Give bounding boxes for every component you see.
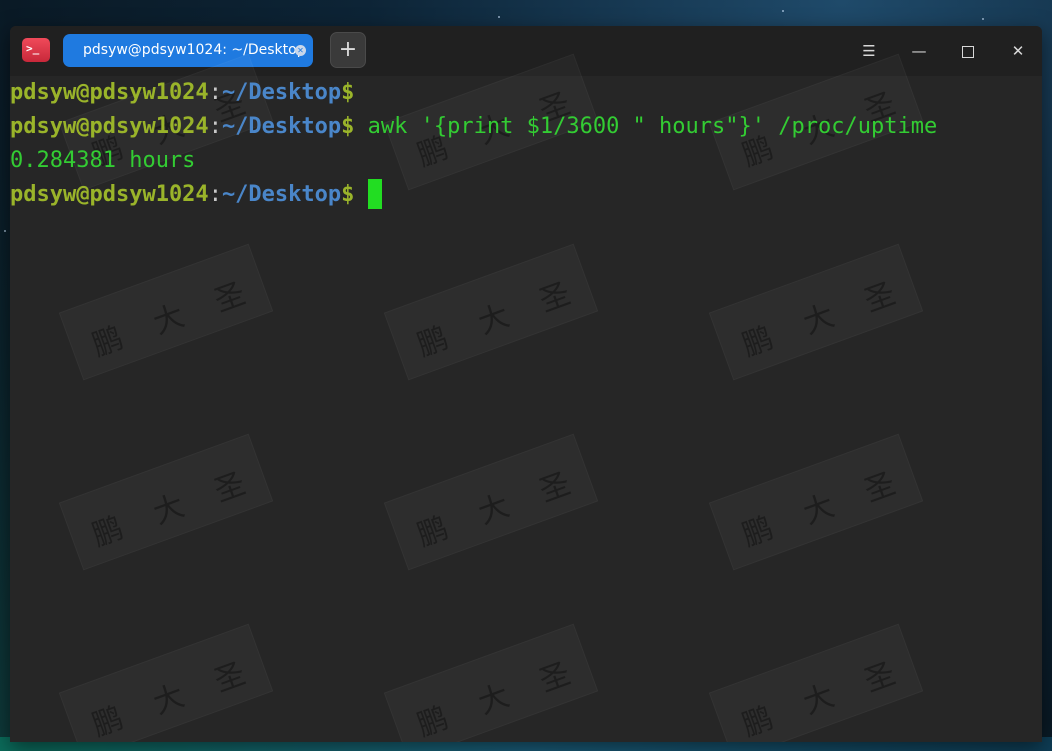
wallpaper-star [782, 10, 784, 12]
watermark: 鹏大圣 [709, 244, 923, 381]
watermark: 鹏大圣 [384, 244, 598, 381]
prompt-dollar: $ [341, 182, 355, 207]
prompt-path: ~/Desktop [221, 114, 342, 139]
text-cursor [367, 178, 382, 209]
watermark: 鹏大圣 [709, 624, 923, 742]
minimize-icon[interactable]: — [905, 38, 933, 64]
wallpaper-star [4, 230, 6, 232]
terminal-line: 0.284381 hours [10, 144, 195, 178]
prompt-path: ~/Desktop [221, 182, 342, 207]
watermark: 鹏大圣 [709, 434, 923, 571]
prompt-dollar: $ [341, 114, 355, 139]
new-tab-button[interactable]: + [330, 32, 366, 68]
tab-title: pdsyw@pdsyw1024: ~/Desktop [83, 42, 306, 58]
terminal-line: pdsyw@pdsyw1024:~/Desktop$ awk '{print $… [10, 110, 937, 144]
terminal-output-area[interactable]: 鹏大圣 鹏大圣 鹏大圣 鹏大圣 鹏大圣 鹏大圣 鹏大圣 鹏大圣 鹏大圣 鹏大圣 … [10, 76, 1042, 742]
terminal-window: >_ pdsyw@pdsyw1024: ~/Desktop ✕ + ☰ — ✕ … [10, 26, 1042, 742]
close-icon[interactable]: ✕ [1004, 38, 1032, 64]
tab-active[interactable]: pdsyw@pdsyw1024: ~/Desktop ✕ [63, 34, 313, 67]
maximize-icon[interactable] [954, 38, 982, 64]
prompt-colon: : [208, 114, 222, 139]
prompt-dollar: $ [341, 80, 355, 105]
watermark: 鹏大圣 [59, 244, 273, 381]
prompt-path: ~/Desktop [221, 80, 342, 105]
prompt-colon: : [208, 80, 222, 105]
wallpaper-star [982, 18, 984, 20]
command-output: 0.284381 hours [10, 148, 196, 173]
watermark: 鹏大圣 [384, 434, 598, 571]
prompt-user: pdsyw@pdsyw1024 [10, 80, 209, 105]
command-text: awk '{print $1/3600 " hours"}' /proc/upt… [354, 114, 938, 139]
terminal-icon[interactable]: >_ [22, 38, 50, 62]
wallpaper-star [498, 16, 500, 18]
watermark: 鹏大圣 [384, 624, 598, 742]
prompt-user: pdsyw@pdsyw1024 [10, 182, 209, 207]
tab-close-icon[interactable]: ✕ [295, 45, 306, 56]
terminal-line: pdsyw@pdsyw1024:~/Desktop$ [10, 76, 354, 110]
prompt-user: pdsyw@pdsyw1024 [10, 114, 209, 139]
command-text [354, 182, 367, 207]
watermark: 鹏大圣 [59, 624, 273, 742]
terminal-line: pdsyw@pdsyw1024:~/Desktop$ [10, 178, 382, 212]
prompt-colon: : [208, 182, 222, 207]
watermark: 鹏大圣 [59, 434, 273, 571]
